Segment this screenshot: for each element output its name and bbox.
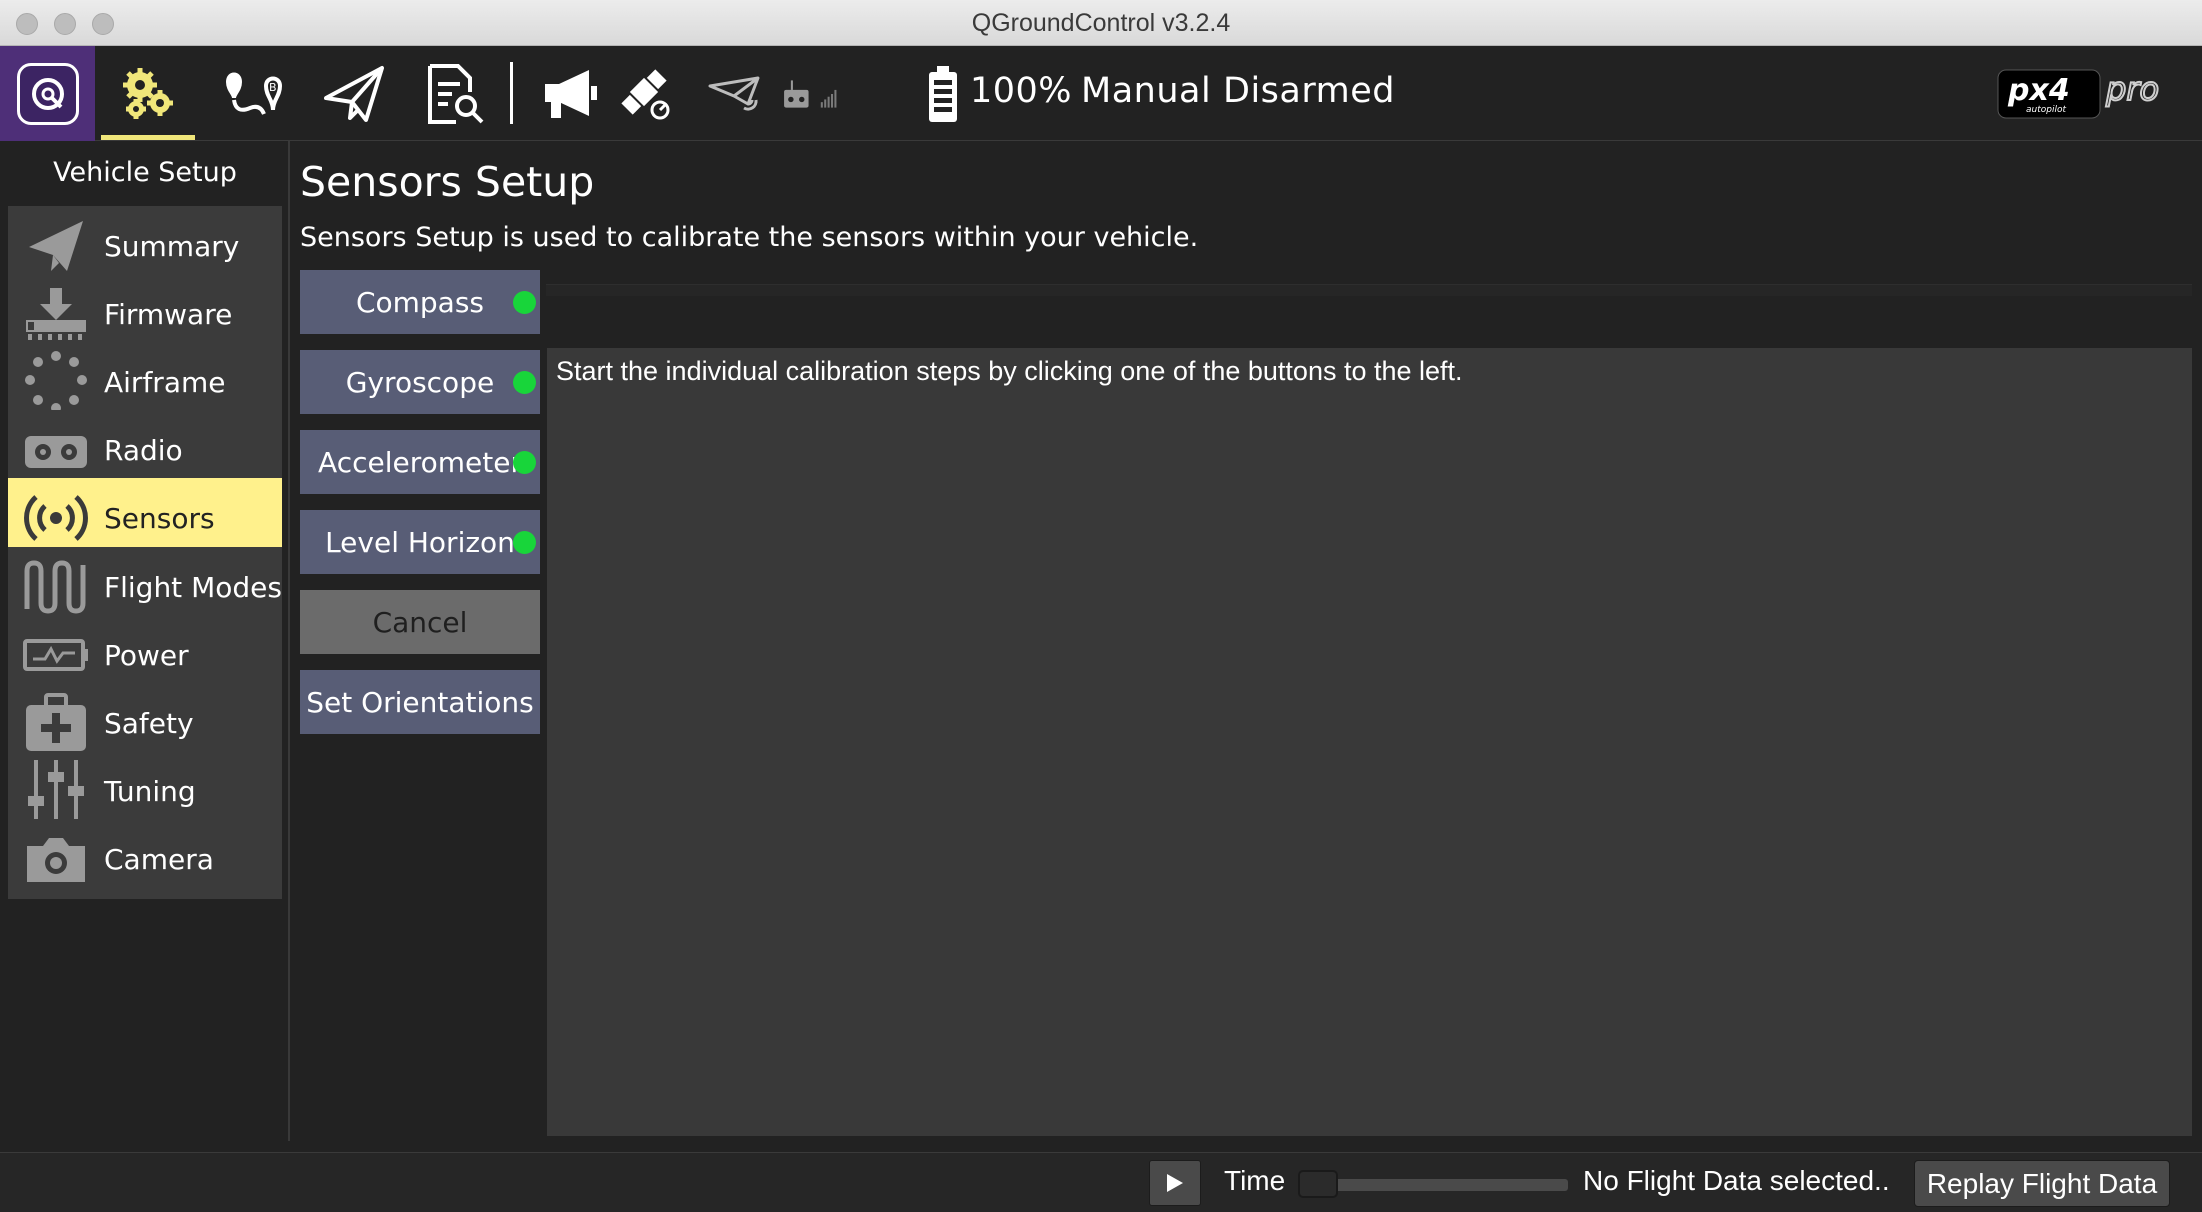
sidebar-title: Vehicle Setup <box>53 157 237 188</box>
sidebar-item-label: Flight Modes <box>104 570 282 604</box>
vehicle-setup-gears-icon[interactable] <box>115 60 183 128</box>
button-label: Compass <box>355 285 485 319</box>
sidebar-item-label: Radio <box>104 433 183 467</box>
sidebar-item-label: Safety <box>104 706 194 740</box>
svg-text:B: B <box>269 81 277 94</box>
play-button[interactable] <box>1149 1160 1201 1206</box>
arm-state-indicator[interactable]: Disarmed <box>1223 71 1395 111</box>
replay-slider[interactable] <box>1300 1179 1568 1191</box>
calibration-header-strip <box>546 284 2192 296</box>
page-description: Sensors Setup is used to calibrate the s… <box>300 222 1199 253</box>
qgc-logo-icon <box>17 63 79 125</box>
battery-percent[interactable]: 100% <box>970 71 1072 111</box>
rc-rssi-icon[interactable] <box>780 60 848 128</box>
calibrated-status-dot <box>513 291 536 314</box>
sidebar-item-label: Airframe <box>104 365 226 399</box>
sidebar-item-label: Firmware <box>104 297 233 331</box>
sidebar-item-label: Sensors <box>104 501 215 535</box>
qgc-logo-button[interactable] <box>0 46 95 141</box>
px4-pro-logo-icon: px4 autopilot pro <box>1996 66 2202 126</box>
gyroscope-calibrate-button[interactable]: Gyroscope <box>300 350 540 414</box>
svg-text:autopilot: autopilot <box>2026 105 2066 115</box>
button-label: Set Orientations <box>306 685 534 719</box>
replay-status-text: No Flight Data selected.. <box>1583 1165 1890 1196</box>
sidebar-item-label: Power <box>104 638 189 672</box>
accelerometer-calibrate-button[interactable]: Accelerometer <box>300 430 540 494</box>
telemetry-rssi-icon[interactable] <box>700 60 768 128</box>
toolbar-separator <box>510 62 513 124</box>
calibrated-status-dot <box>513 531 536 554</box>
sidebar-divider <box>288 141 290 1141</box>
analyze-view-icon[interactable] <box>420 60 488 128</box>
level-horizon-calibrate-button[interactable]: Level Horizon <box>300 510 540 574</box>
page-title: Sensors Setup <box>300 158 595 206</box>
sensors-broadcast-icon <box>8 478 104 558</box>
time-label: Time <box>1224 1165 1286 1196</box>
fly-view-icon[interactable] <box>320 60 388 128</box>
window-title: QGroundControl v3.2.4 <box>971 9 1231 37</box>
flight-mode-selector[interactable]: Manual <box>1081 71 1211 111</box>
replay-slider-handle[interactable] <box>1298 1170 1338 1198</box>
replay-flight-data-button[interactable]: Replay Flight Data <box>1914 1160 2170 1207</box>
button-label: Level Horizon <box>325 525 515 559</box>
main-toolbar: B 100% Manual Disarmed px4 autopilot pro <box>0 46 2202 141</box>
set-orientations-button[interactable]: Set Orientations <box>300 670 540 734</box>
calibration-instructions: Start the individual calibration steps b… <box>556 356 1463 386</box>
gps-satellite-icon[interactable] <box>612 60 680 128</box>
button-label: Accelerometer <box>318 445 522 479</box>
button-label: Gyroscope <box>345 365 495 399</box>
button-label: Cancel <box>372 605 468 639</box>
sidebar-item-label: Tuning <box>104 774 196 808</box>
sidebar-item-camera[interactable]: Camera <box>8 819 282 899</box>
vehicle-setup-sidebar: Vehicle Setup Summary Firmware Airframe <box>0 141 290 1152</box>
svg-text:px4: px4 <box>2007 73 2070 108</box>
compass-calibrate-button[interactable]: Compass <box>300 270 540 334</box>
messages-megaphone-icon[interactable] <box>535 60 603 128</box>
sidebar-item-sensors[interactable]: Sensors <box>8 478 282 558</box>
svg-text:pro: pro <box>2105 70 2159 108</box>
active-view-indicator <box>101 135 195 140</box>
plan-view-icon[interactable]: B <box>218 60 286 128</box>
battery-icon <box>908 60 978 128</box>
camera-icon <box>8 819 104 899</box>
window-title-bar: QGroundControl v3.2.4 <box>0 0 2202 46</box>
sidebar-item-label: Camera <box>104 842 214 876</box>
log-replay-bar: Time No Flight Data selected.. Replay Fl… <box>0 1152 2202 1212</box>
calibration-status-panel: Start the individual calibration steps b… <box>547 348 2192 1136</box>
calibrated-status-dot <box>513 451 536 474</box>
play-icon <box>1167 1174 1183 1192</box>
calibrated-status-dot <box>513 371 536 394</box>
cancel-button[interactable]: Cancel <box>300 590 540 654</box>
sidebar-item-label: Summary <box>104 229 240 263</box>
